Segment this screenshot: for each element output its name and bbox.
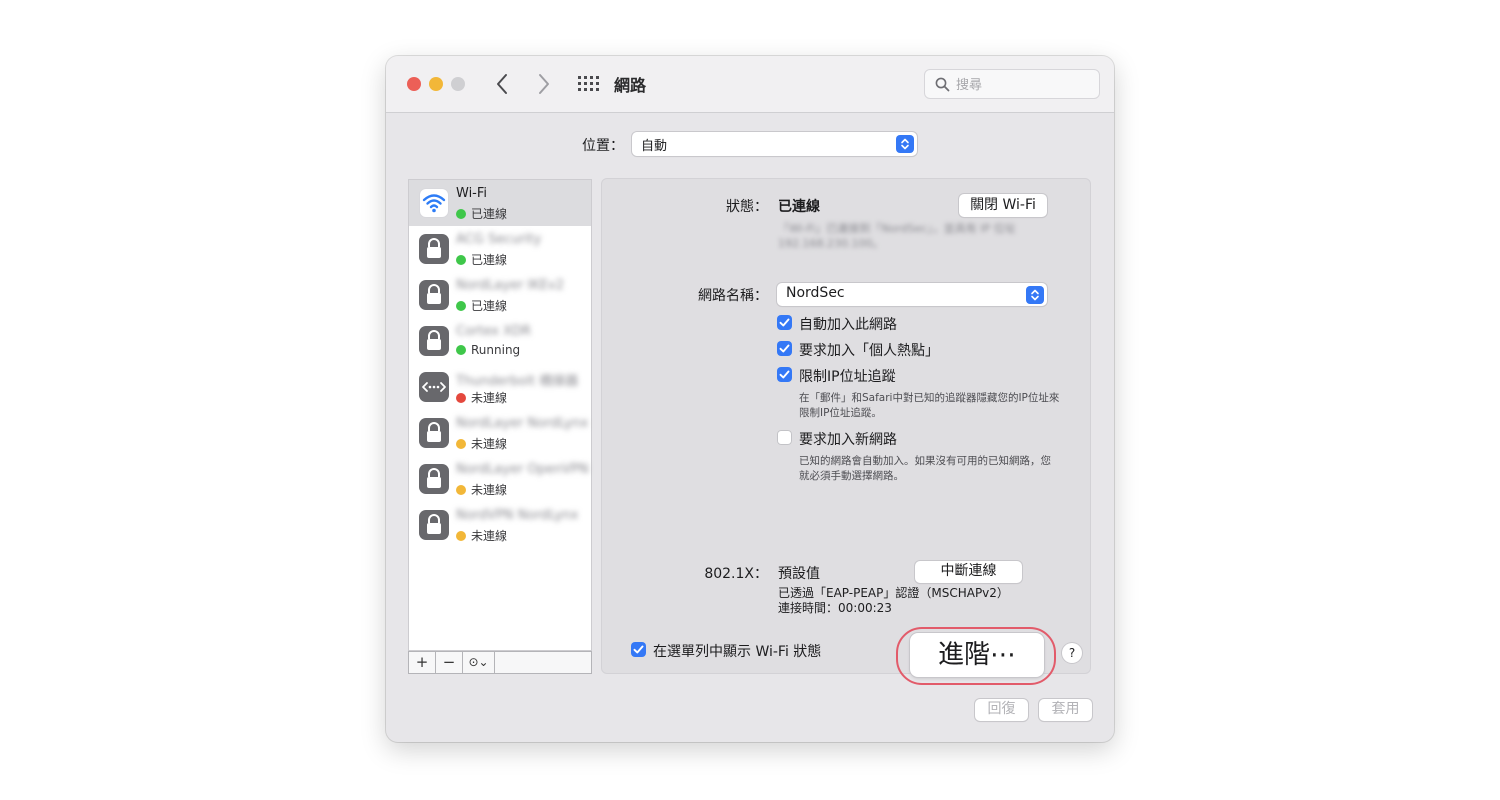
service-item-vpn-4[interactable]: NordLayer NordLynx 未連線 <box>409 410 591 456</box>
zoom-window-button[interactable] <box>451 77 465 91</box>
location-select[interactable]: 自動 <box>632 132 917 156</box>
service-name: Cortex XDR <box>456 324 532 339</box>
x8021-details: 已透過「EAP-PEAP」認證（MSCHAPv2） 連接時間：00:00:23 <box>778 586 1009 616</box>
auto-join-label: 自動加入此網路 <box>799 317 897 333</box>
add-service-button[interactable]: + <box>409 652 436 673</box>
service-item-vpn-2[interactable]: NordLayer IKEv2 已連線 <box>409 272 591 318</box>
service-status: Running <box>456 343 520 357</box>
network-preferences-window: 網路 位置： 自動 Wi-Fi 已連線 <box>386 56 1114 742</box>
apply-button[interactable]: 套用 <box>1039 699 1092 721</box>
search-input[interactable] <box>956 75 1091 95</box>
popup-stepper-icon <box>896 135 914 153</box>
revert-button[interactable]: 回復 <box>975 699 1028 721</box>
limit-ip-tracking-label: 限制IP位址追蹤 <box>799 369 896 385</box>
ask-hotspot-label: 要求加入「個人熱點」 <box>799 343 939 359</box>
status-value: 已連線 <box>778 199 820 215</box>
status-dot <box>456 209 466 219</box>
service-name: NordLayer NordLynx <box>456 416 589 431</box>
service-status: 未連線 <box>456 435 507 452</box>
service-status: 未連線 <box>456 481 507 498</box>
checkmark-icon <box>631 642 646 657</box>
thunderbolt-bridge-icon <box>419 372 449 402</box>
service-item-vpn-3[interactable]: Cortex XDR Running <box>409 318 591 364</box>
service-name: ACG Security <box>456 232 542 247</box>
disconnect-button[interactable]: 中斷連線 <box>915 561 1022 583</box>
x8021-label: 802.1X： <box>704 566 768 582</box>
service-list: Wi-Fi 已連線 ACG Security 已連線 NordLayer IKE… <box>408 179 592 651</box>
back-chevron-icon[interactable] <box>492 70 514 98</box>
network-name-select[interactable]: NordSec <box>777 283 1047 306</box>
status-dot <box>456 439 466 449</box>
window-title: 網路 <box>614 76 647 95</box>
help-button[interactable]: ? <box>1062 643 1082 663</box>
service-item-thunderbolt-bridge[interactable]: Thunderbolt 橋接器 未連線 <box>409 364 591 410</box>
lock-icon <box>419 326 449 356</box>
wifi-detail-panel: 狀態： 已連線 關閉 Wi-Fi 「Wi-Fi」已連接到「NordSec」，並具… <box>601 178 1091 685</box>
lock-icon <box>419 418 449 448</box>
status-label: 狀態： <box>726 199 768 215</box>
service-status: 未連線 <box>456 527 507 544</box>
checkmark-icon <box>777 367 792 382</box>
x8021-value: 預設值 <box>778 566 820 582</box>
status-dot <box>456 255 466 265</box>
service-item-wifi[interactable]: Wi-Fi 已連線 <box>409 180 591 226</box>
turn-off-wifi-button[interactable]: 關閉 Wi-Fi <box>959 194 1047 217</box>
service-status: 已連線 <box>456 205 507 222</box>
show-wifi-in-menubar-label: 在選單列中顯示 Wi-Fi 狀態 <box>653 644 822 660</box>
checkbox-box <box>777 430 792 445</box>
popup-stepper-icon <box>1026 286 1044 304</box>
checkmark-icon <box>777 341 792 356</box>
checkmark-icon <box>777 315 792 330</box>
forward-chevron-icon[interactable] <box>532 70 554 98</box>
lock-icon <box>419 234 449 264</box>
title-bar: 網路 <box>386 56 1114 113</box>
show-all-grid-icon[interactable] <box>577 75 599 93</box>
action-menu-button[interactable]: ⊙⌄ <box>463 652 495 673</box>
service-list-toolbar: + − ⊙⌄ <box>408 651 592 674</box>
location-label: 位置： <box>582 138 624 154</box>
search-field[interactable] <box>924 69 1100 99</box>
service-name: NordVPN NordLynx <box>456 508 579 523</box>
location-value: 自動 <box>641 139 668 154</box>
ask-join-new-note: 已知的網路會自動加入。如果沒有可用的已知網路，您就必須手動選擇網路。 <box>799 455 1051 482</box>
service-name: Thunderbolt 橋接器 <box>456 374 579 389</box>
lock-icon <box>419 280 449 310</box>
service-item-vpn-1[interactable]: ACG Security 已連線 <box>409 226 591 272</box>
minimize-window-button[interactable] <box>429 77 443 91</box>
network-name-value: NordSec <box>786 285 845 301</box>
status-dot <box>456 301 466 311</box>
service-status: 已連線 <box>456 297 507 314</box>
service-name: Wi-Fi <box>456 186 488 201</box>
wifi-icon <box>419 188 449 218</box>
advanced-button[interactable]: 進階⋯ <box>910 633 1044 677</box>
status-dot <box>456 485 466 495</box>
lock-icon <box>419 510 449 540</box>
service-item-vpn-5[interactable]: NordLayer OpenVPN 未連線 <box>409 456 591 502</box>
network-name-label: 網路名稱： <box>698 288 768 304</box>
status-dot <box>456 531 466 541</box>
search-icon <box>935 77 950 92</box>
service-status: 未連線 <box>456 389 507 406</box>
service-name: NordLayer OpenVPN <box>456 462 589 477</box>
x8021-auth-text: 已透過「EAP-PEAP」認證（MSCHAPv2） <box>778 586 1009 600</box>
close-window-button[interactable] <box>407 77 421 91</box>
service-item-vpn-6[interactable]: NordVPN NordLynx 未連線 <box>409 502 591 548</box>
x8021-connect-time: 連接時間：00:00:23 <box>778 601 892 615</box>
status-dot <box>456 345 466 355</box>
lock-icon <box>419 464 449 494</box>
remove-service-button[interactable]: − <box>436 652 463 673</box>
limit-ip-tracking-note: 在「郵件」和Safari中對已知的追蹤器隱藏您的IP位址來限制IP位址追蹤。 <box>799 392 1060 419</box>
status-dot <box>456 393 466 403</box>
service-status: 已連線 <box>456 251 507 268</box>
status-description: 「Wi-Fi」已連接到「NordSec」，並具有 IP 位址 192.168.2… <box>778 222 1016 250</box>
ask-join-new-label: 要求加入新網路 <box>799 432 897 448</box>
service-name: NordLayer IKEv2 <box>456 278 564 293</box>
